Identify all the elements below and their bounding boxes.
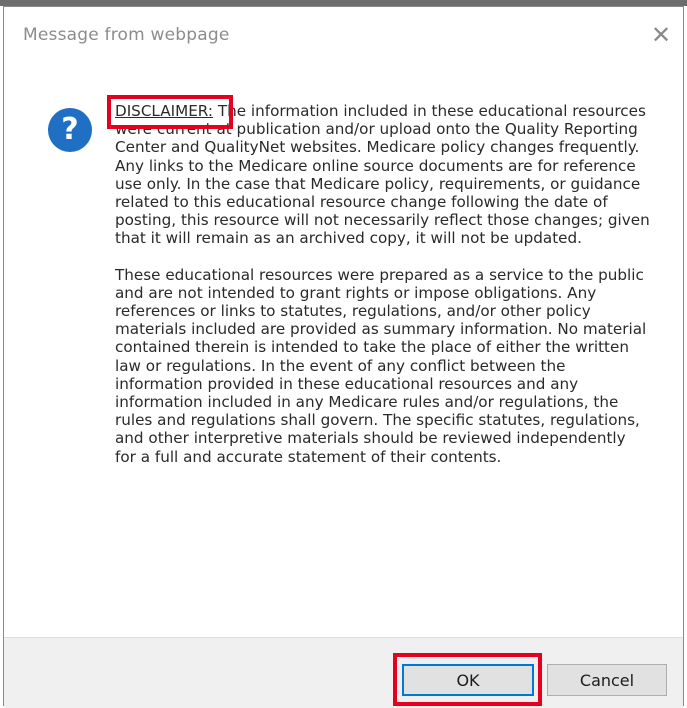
cancel-button-label: Cancel bbox=[579, 670, 635, 690]
close-button[interactable]: ✕ bbox=[643, 17, 679, 53]
disclaimer-label: DISCLAIMER: bbox=[115, 102, 213, 120]
dialog-titlebar: Message from webpage ✕ bbox=[4, 7, 683, 61]
ok-button-label: OK bbox=[456, 670, 480, 690]
dialog-message: DISCLAIMER: The information included in … bbox=[115, 102, 650, 466]
message-paragraph-2: These educational resources were prepare… bbox=[115, 265, 647, 466]
dialog-title: Message from webpage bbox=[23, 25, 230, 45]
ok-button[interactable]: OK bbox=[402, 664, 534, 696]
message-paragraph-1: DISCLAIMER: The information included in … bbox=[115, 102, 650, 248]
message-dialog: Message from webpage ✕ ? DISCLAIMER: The… bbox=[3, 6, 684, 708]
cancel-button[interactable]: Cancel bbox=[547, 664, 667, 696]
paragraph-1-text: The information included in these educat… bbox=[115, 102, 650, 248]
close-icon: ✕ bbox=[650, 21, 672, 49]
question-icon: ? bbox=[48, 108, 92, 152]
dialog-button-bar: OK Cancel bbox=[4, 637, 683, 708]
